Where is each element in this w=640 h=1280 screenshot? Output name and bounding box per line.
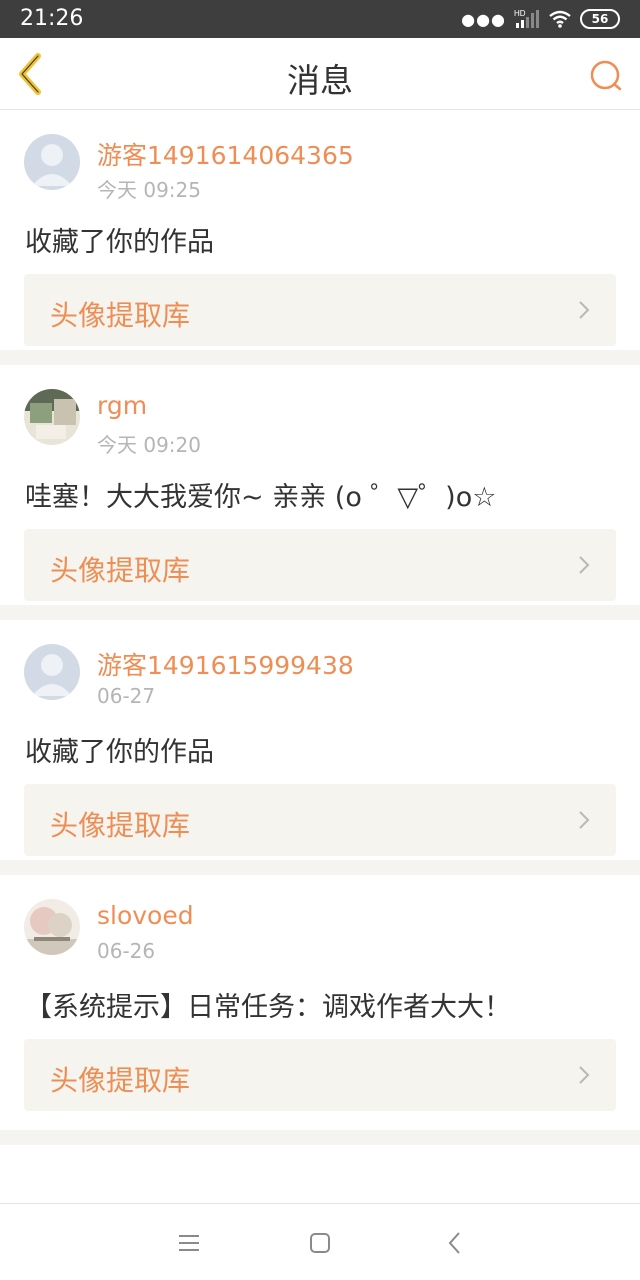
timestamp: 今天 09:20 xyxy=(97,433,201,457)
svg-text:HD: HD xyxy=(514,9,526,18)
timestamp: 06-27 xyxy=(97,684,156,708)
message-item: 游客1491614064365 今天 09:25 收藏了你的作品 头像提取库 xyxy=(0,110,640,365)
timestamp: 06-26 xyxy=(97,939,156,963)
message-text: 收藏了你的作品 xyxy=(25,737,214,768)
top-nav: 消息 xyxy=(0,38,640,110)
username[interactable]: rgm xyxy=(97,391,147,420)
home-square-icon xyxy=(310,1233,330,1253)
work-title: 头像提取库 xyxy=(50,299,191,332)
avatar[interactable] xyxy=(24,389,80,445)
search-icon xyxy=(590,60,622,91)
back-icon xyxy=(448,1232,460,1254)
work-title: 头像提取库 xyxy=(50,554,191,587)
menu-icon xyxy=(179,1235,199,1251)
work-link[interactable]: 头像提取库 xyxy=(24,784,616,856)
signal-icon: HD xyxy=(514,9,539,28)
username[interactable]: 游客1491615999438 xyxy=(97,646,354,682)
chevron-right-icon xyxy=(579,556,590,574)
status-icons: ●●● HD 56 xyxy=(461,8,620,30)
work-title: 头像提取库 xyxy=(50,809,191,842)
username[interactable]: slovoed xyxy=(97,901,194,930)
page-title: 消息 xyxy=(287,61,353,100)
avatar[interactable] xyxy=(24,644,80,700)
system-nav-bar xyxy=(0,1203,640,1280)
message-item: slovoed 06-26 【系统提示】日常任务：调戏作者大大！ 头像提取库 xyxy=(0,875,640,1145)
message-item: rgm 今天 09:20 哇塞！大大我爱你~ 亲亲 (o ゜▽゜)o☆ 头像提取… xyxy=(0,365,640,620)
status-time: 21:26 xyxy=(20,6,84,31)
work-link[interactable]: 头像提取库 xyxy=(24,1039,616,1111)
wifi-icon xyxy=(549,10,571,28)
work-link[interactable]: 头像提取库 xyxy=(24,274,616,346)
search-button[interactable] xyxy=(586,56,626,96)
dots-icon: ●●● xyxy=(461,9,506,29)
avatar[interactable] xyxy=(24,134,80,190)
username[interactable]: 游客1491614064365 xyxy=(97,136,354,172)
message-list: 游客1491614064365 今天 09:25 收藏了你的作品 头像提取库 r… xyxy=(0,110,640,1145)
avatar[interactable] xyxy=(24,899,80,955)
chevron-right-icon xyxy=(579,301,590,319)
system-back-button[interactable] xyxy=(440,1228,470,1258)
message-item: 游客1491615999438 06-27 收藏了你的作品 头像提取库 xyxy=(0,620,640,875)
timestamp: 今天 09:25 xyxy=(97,178,201,202)
default-avatar-icon xyxy=(24,644,80,700)
home-button[interactable] xyxy=(305,1228,335,1258)
photo-avatar-icon xyxy=(24,899,80,955)
chevron-right-icon xyxy=(579,811,590,829)
chevron-right-icon xyxy=(579,1066,590,1084)
menu-button[interactable] xyxy=(174,1228,204,1258)
message-text: 【系统提示】日常任务：调戏作者大大！ xyxy=(25,992,511,1023)
photo-avatar-icon xyxy=(24,389,80,445)
message-text: 哇塞！大大我爱你~ 亲亲 (o ゜▽゜)o☆ xyxy=(25,482,497,513)
battery-icon: 56 xyxy=(580,9,620,29)
default-avatar-icon xyxy=(24,134,80,190)
work-link[interactable]: 头像提取库 xyxy=(24,529,616,601)
status-bar: 21:26 ●●● HD 56 xyxy=(0,0,640,38)
message-text: 收藏了你的作品 xyxy=(25,227,214,258)
work-title: 头像提取库 xyxy=(50,1064,191,1097)
